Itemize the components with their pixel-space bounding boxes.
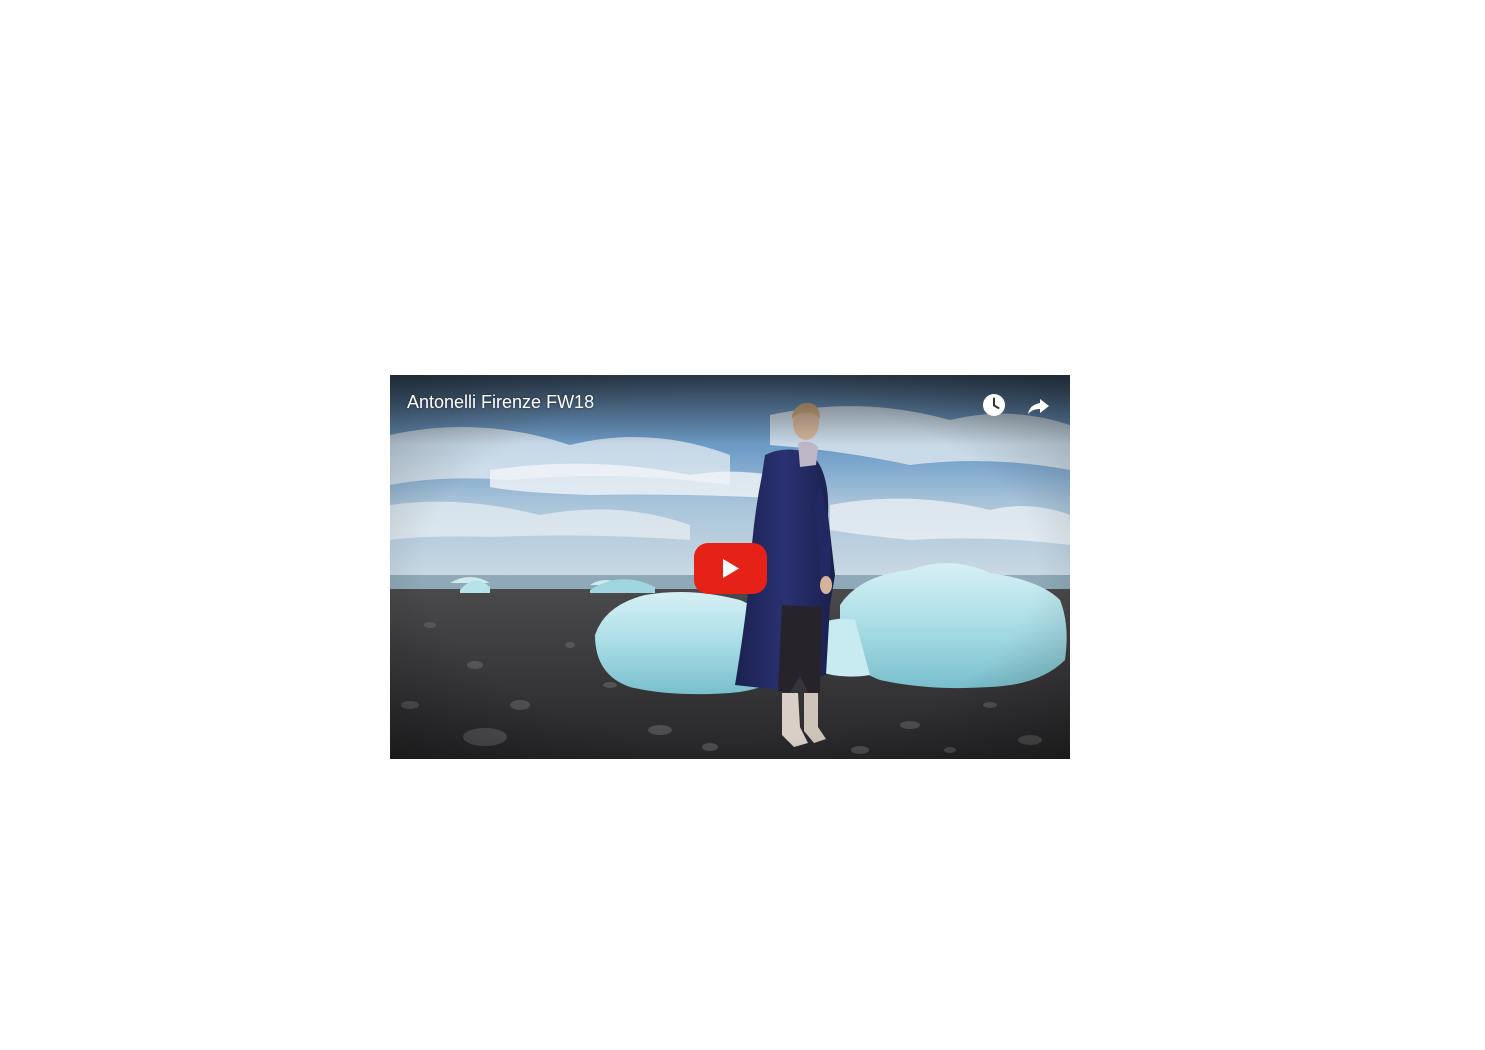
- watch-later-button[interactable]: [979, 390, 1009, 420]
- video-title[interactable]: Antonelli Firenze FW18: [407, 391, 594, 413]
- video-player[interactable]: Antonelli Firenze FW18: [390, 375, 1070, 759]
- share-arrow-icon: [1028, 399, 1049, 414]
- play-button[interactable]: [694, 543, 767, 594]
- page: Antonelli Firenze FW18: [0, 0, 1485, 1050]
- youtube-play-icon: [694, 543, 767, 594]
- clock-icon: [983, 394, 1005, 416]
- share-button[interactable]: [1023, 390, 1053, 420]
